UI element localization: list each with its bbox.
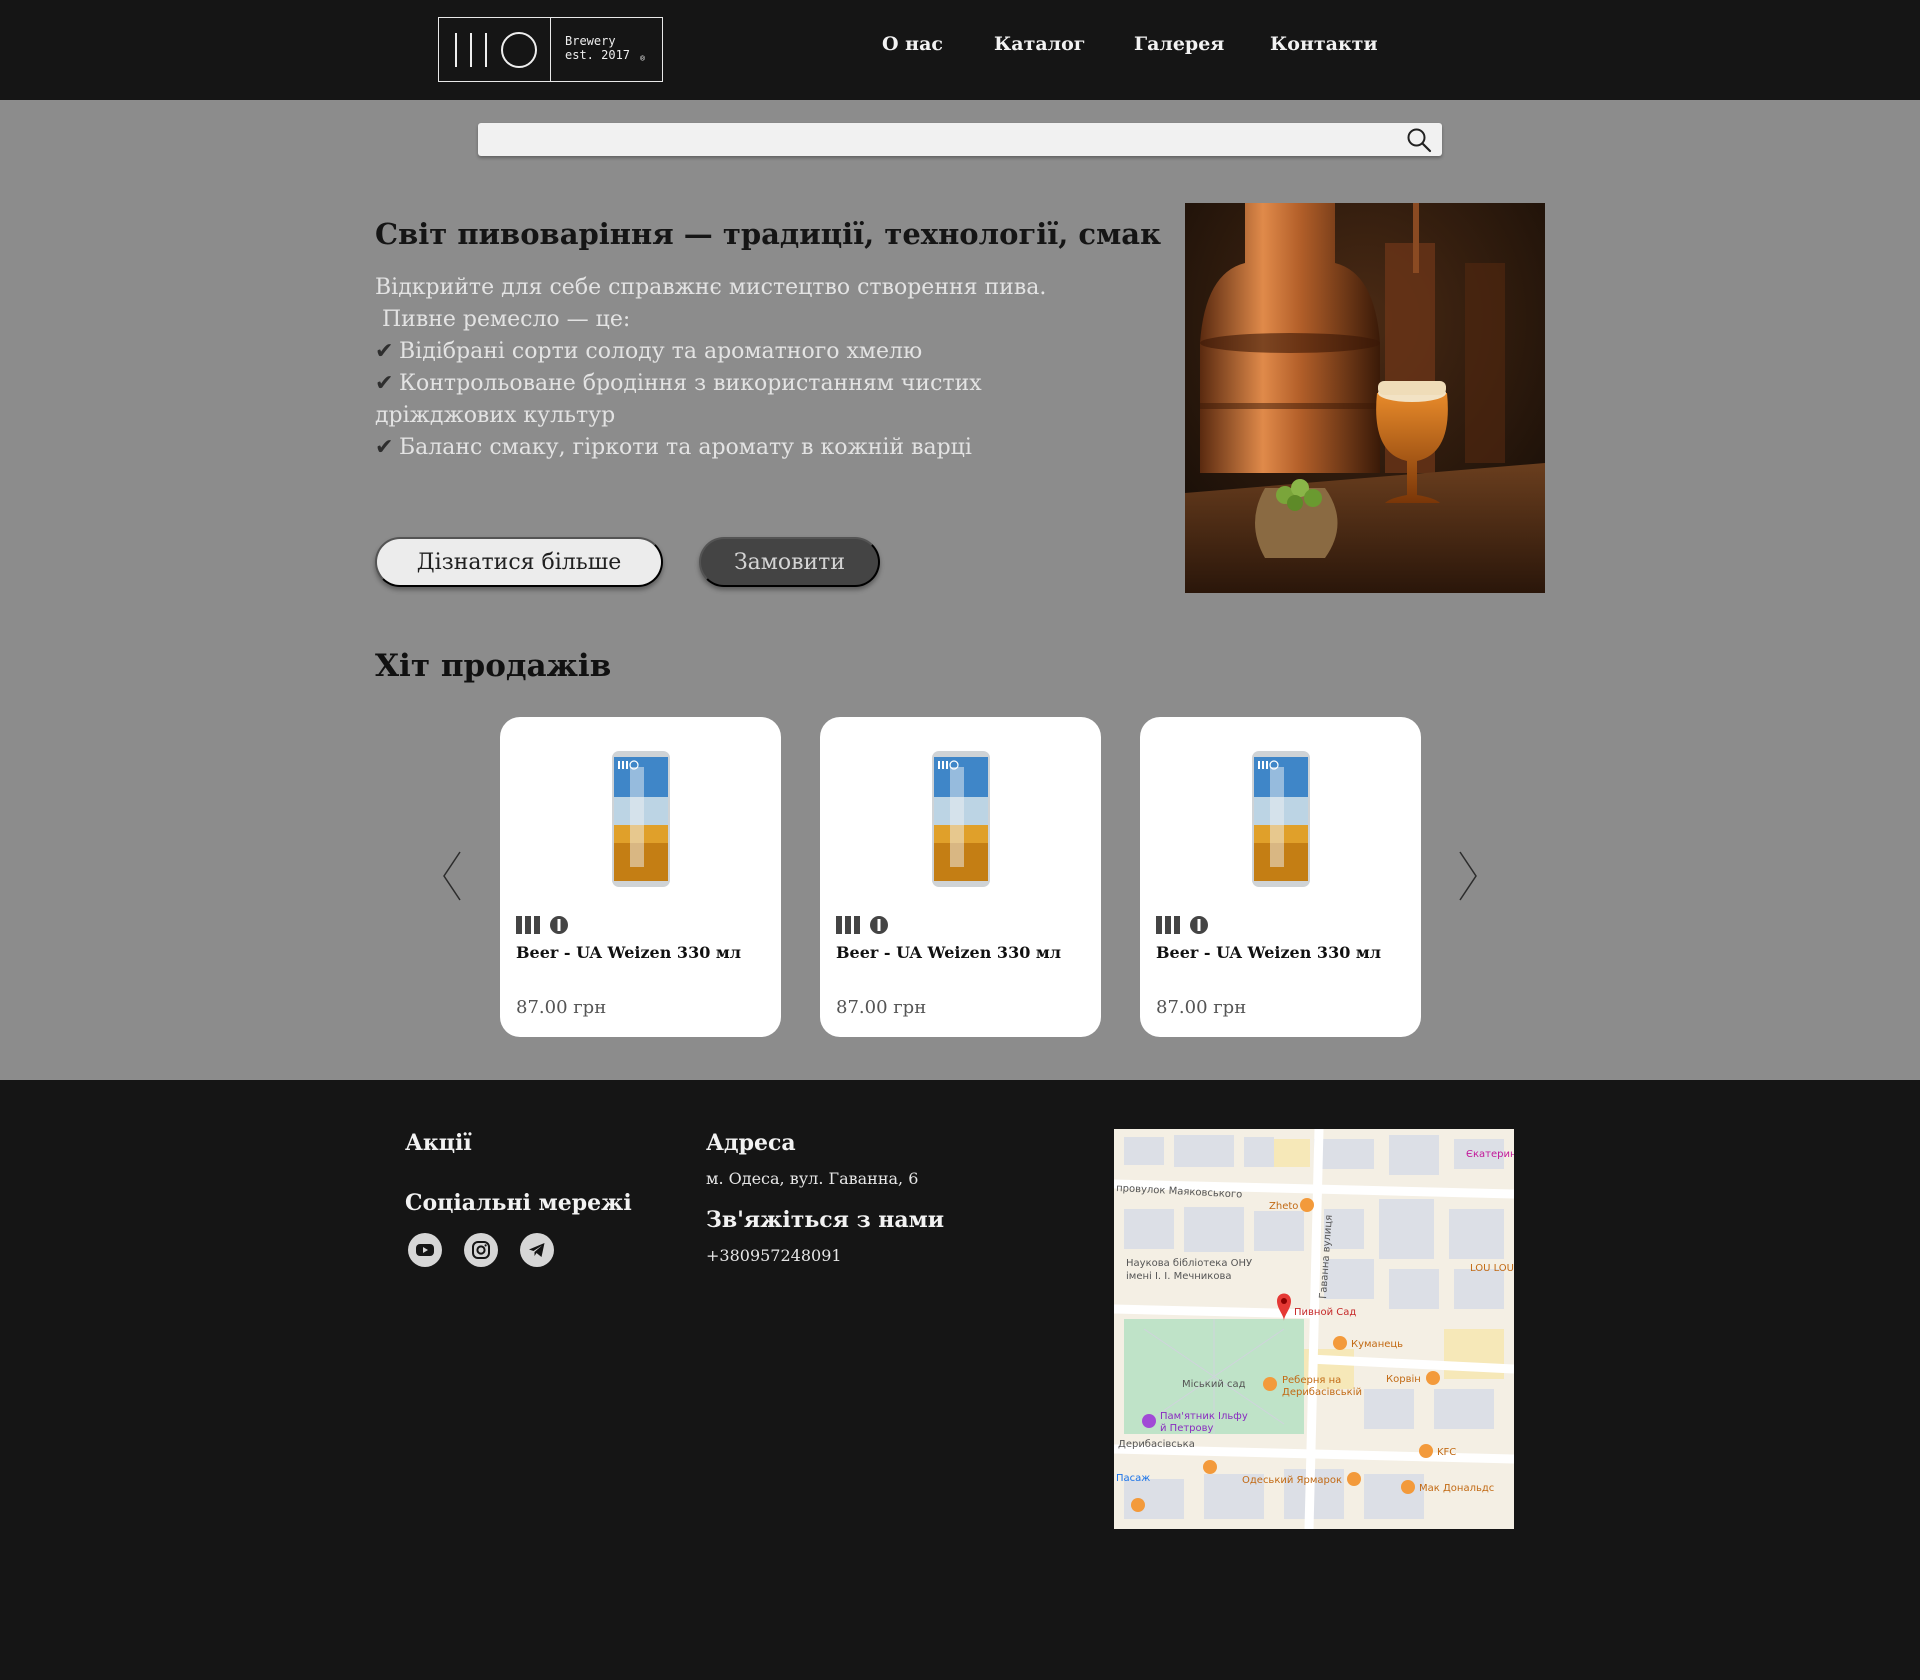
map-place-label: Zheto: [1269, 1201, 1298, 1212]
registered-mark: ®: [640, 54, 645, 63]
logo-line-1: Brewery: [565, 34, 616, 48]
address-title: Адреса: [706, 1130, 796, 1156]
product-card[interactable]: Beer - UA Weizen 330 мл 87.00 грн: [500, 717, 781, 1037]
map-place-label: Наукова бібліотека ОНУ: [1126, 1257, 1252, 1269]
logo-mark: [439, 18, 551, 81]
nav-about[interactable]: О нас: [882, 33, 943, 55]
address-text: м. Одеса, вул. Гаванна, 6: [706, 1169, 919, 1188]
location-map[interactable]: провулок Маяковського Гаванна вулиця Дер…: [1114, 1129, 1514, 1529]
product-price: 87.00 грн: [836, 997, 927, 1018]
promotions-link[interactable]: Акції: [405, 1130, 472, 1156]
product-name: Beer - UA Weizen 330 мл: [1156, 943, 1382, 962]
hero-feature: ✔ Відібрані сорти солоду та ароматного хм…: [375, 336, 1055, 368]
brand-mark-icon: [1156, 916, 1208, 934]
map-place-label: Пам'ятник Ільфу: [1160, 1411, 1248, 1422]
bestsellers-title: Хіт продажів: [375, 648, 612, 684]
phone-link[interactable]: +380957248091: [706, 1246, 842, 1265]
hero-subtitle: Пивне ремесло — це:: [375, 307, 631, 332]
nav-gallery[interactable]: Галерея: [1134, 33, 1224, 55]
check-icon: ✔: [375, 435, 394, 460]
learn-more-button[interactable]: Дізнатися більше: [375, 537, 663, 587]
telegram-icon[interactable]: [520, 1233, 554, 1267]
map-place-label: Єкатерина: [1466, 1149, 1514, 1160]
brand-logo[interactable]: Brewery est. 2017 ®: [438, 17, 663, 82]
map-place-label: Корвін: [1386, 1373, 1421, 1385]
social-title: Соціальні мережі: [405, 1190, 632, 1216]
map-place-label: Реберня на: [1282, 1375, 1341, 1386]
map-place-label: Мак Дональдс: [1419, 1483, 1494, 1494]
product-card[interactable]: Beer - UA Weizen 330 мл 87.00 грн: [820, 717, 1101, 1037]
main-content: Світ пивоваріння — традиції, технології,…: [0, 100, 1920, 1080]
youtube-icon[interactable]: [408, 1233, 442, 1267]
site-footer: Акції Соціальні мережі Адреса м. Одеса, …: [0, 1080, 1920, 1680]
order-button[interactable]: Замовити: [699, 537, 880, 587]
search-bar: [478, 123, 1442, 156]
map-place-label: Міський сад: [1182, 1378, 1246, 1390]
map-place-label: Одеський Ярмарок: [1242, 1475, 1342, 1486]
map-place-label: Куманець: [1351, 1339, 1403, 1350]
hero-title: Світ пивоваріння — традиції, технології,…: [375, 217, 1162, 251]
site-header: Brewery est. 2017 ® О нас Каталог Галере…: [0, 0, 1920, 100]
brand-mark-icon: [836, 916, 888, 934]
map-place-label: KFC: [1437, 1447, 1456, 1458]
map-place-label: Дерибасівській: [1282, 1386, 1362, 1398]
brand-mark-icon: [516, 916, 568, 934]
hero-feature: ✔ Контрольоване бродіння з використанням …: [375, 368, 1055, 432]
chevron-left-icon[interactable]: [440, 850, 464, 902]
logo-wordmark: Brewery est. 2017 ®: [551, 18, 662, 81]
map-place-label: Пивной Сад: [1294, 1307, 1356, 1318]
nav-contacts[interactable]: Контакти: [1270, 33, 1378, 55]
product-price: 87.00 грн: [516, 997, 607, 1018]
product-name: Beer - UA Weizen 330 мл: [516, 943, 742, 962]
product-card[interactable]: Beer - UA Weizen 330 мл 87.00 грн: [1140, 717, 1421, 1037]
map-place-label: й Петрову: [1160, 1423, 1214, 1434]
map-place-label: LOU LOU: [1470, 1263, 1514, 1274]
map-place-label: імені І. І. Мечникова: [1126, 1270, 1232, 1282]
instagram-icon[interactable]: [464, 1233, 498, 1267]
hero-feature: ✔ Баланс смаку, гіркоти та аромату в кожн…: [375, 432, 1055, 464]
map-street-label: Пасаж: [1116, 1473, 1150, 1484]
beer-can-image: [612, 751, 670, 887]
product-price: 87.00 грн: [1156, 997, 1247, 1018]
search-icon[interactable]: [1406, 127, 1432, 153]
logo-line-2: est. 2017: [565, 48, 631, 62]
hero-description: Відкрийте для себе справжнє мистецтво ст…: [375, 272, 1055, 464]
search-input[interactable]: [478, 123, 1442, 156]
beer-can-image: [1252, 751, 1310, 887]
check-icon: ✔: [375, 371, 394, 396]
contact-title: Зв'яжіться з нами: [706, 1207, 945, 1233]
product-name: Beer - UA Weizen 330 мл: [836, 943, 1062, 962]
beer-can-image: [932, 751, 990, 887]
chevron-right-icon[interactable]: [1456, 850, 1480, 902]
nav-catalog[interactable]: Каталог: [994, 33, 1085, 55]
map-street-label: Дерибасівська: [1118, 1438, 1195, 1450]
hero-intro: Відкрийте для себе справжнє мистецтво ст…: [375, 275, 1047, 300]
check-icon: ✔: [375, 339, 394, 364]
brewery-photo: [1185, 203, 1545, 593]
